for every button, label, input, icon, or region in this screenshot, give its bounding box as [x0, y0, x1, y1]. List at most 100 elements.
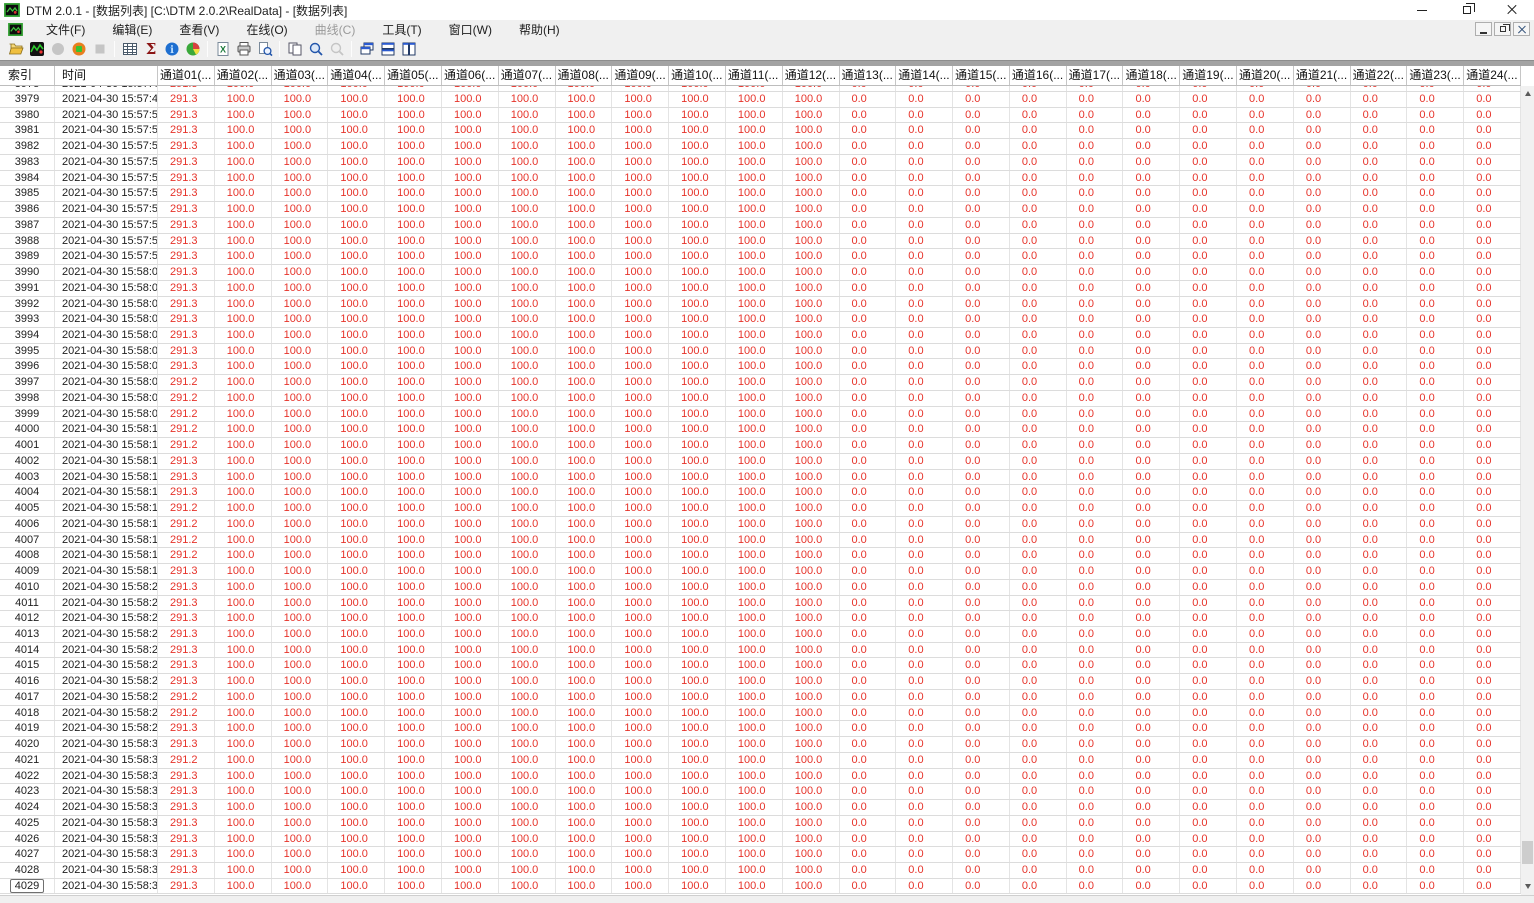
table-row[interactable]: 4001 2021-04-30 15:58:11 291.2 100.0 100.0 10… [0, 438, 1521, 454]
close-button[interactable] [1489, 0, 1534, 20]
vertical-scrollbar[interactable] [1521, 86, 1534, 895]
table-row[interactable]: 4007 2021-04-30 15:58:17 291.2 100.0 100.0 10… [0, 532, 1521, 549]
restore-button[interactable] [1444, 0, 1489, 20]
table-row[interactable]: 3998 2021-04-30 15:58:08 291.2 100.0 100.0 10… [0, 390, 1521, 407]
table-row[interactable]: 4020 2021-04-30 15:58:30 291.3 100.0 100.0 10… [0, 737, 1521, 753]
pie-chart-icon[interactable] [182, 39, 203, 59]
table-row[interactable]: 4011 2021-04-30 15:58:21 291.3 100.0 100.0 10… [0, 595, 1521, 612]
column-header[interactable]: 通道17(... [1067, 66, 1124, 85]
copy-icon[interactable] [284, 39, 305, 59]
table-row[interactable]: 4005 2021-04-30 15:58:15 291.2 100.0 100.0 10… [0, 501, 1521, 517]
open-file-icon[interactable] [5, 39, 26, 59]
table-row[interactable]: 4003 2021-04-30 15:58:13 291.3 100.0 100.0 10… [0, 469, 1521, 486]
table-row[interactable]: 3999 2021-04-30 15:58:09 291.2 100.0 100.0 10… [0, 406, 1521, 423]
table-row[interactable]: 4022 2021-04-30 15:58:32 291.3 100.0 100.0 10… [0, 768, 1521, 785]
table-row[interactable]: 3997 2021-04-30 15:58:07 291.2 100.0 100.0 10… [0, 375, 1521, 391]
data-table-icon[interactable] [119, 39, 140, 59]
menu-edit[interactable]: 编辑(E) [99, 20, 166, 38]
table-row[interactable]: 4014 2021-04-30 15:58:24 291.3 100.0 100.0 10… [0, 642, 1521, 659]
table-row[interactable]: 4008 2021-04-30 15:58:18 291.2 100.0 100.0 10… [0, 548, 1521, 565]
scroll-up-button[interactable] [1521, 86, 1534, 101]
find-icon[interactable] [305, 39, 326, 59]
table-row[interactable]: 3979 2021-04-30 15:57:49 291.3 100.0 100.0 10… [0, 92, 1521, 108]
menu-file[interactable]: 文件(F) [33, 20, 99, 38]
document-minimize-button[interactable] [1475, 22, 1492, 36]
table-row[interactable]: 3996 2021-04-30 15:58:06 291.3 100.0 100.0 10… [0, 359, 1521, 376]
tile-horizontal-icon[interactable] [377, 39, 398, 59]
column-header[interactable]: 通道09(... [612, 66, 670, 85]
table-row[interactable]: 4000 2021-04-30 15:58:10 291.2 100.0 100.0 10… [0, 422, 1521, 439]
column-header[interactable]: 通道10(... [669, 66, 726, 85]
table-row[interactable]: 4004 2021-04-30 15:58:14 291.3 100.0 100.0 10… [0, 485, 1521, 502]
table-row[interactable]: 3988 2021-04-30 15:57:58 291.3 100.0 100.0 10… [0, 233, 1521, 250]
column-header[interactable]: 索引 [0, 66, 55, 85]
column-header[interactable]: 通道15(... [953, 66, 1010, 85]
column-header[interactable]: 通道06(... [442, 66, 499, 85]
info-icon[interactable]: i [161, 39, 182, 59]
document-restore-button[interactable] [1494, 22, 1511, 36]
menu-online[interactable]: 在线(O) [233, 20, 301, 38]
print-preview-icon[interactable] [254, 39, 275, 59]
table-row[interactable]: 3995 2021-04-30 15:58:05 291.3 100.0 100.0 10… [0, 343, 1521, 360]
table-row[interactable]: 4021 2021-04-30 15:58:31 291.2 100.0 100.0 10… [0, 752, 1521, 769]
column-header[interactable]: 通道01(... [158, 66, 215, 85]
table-row[interactable]: 4016 2021-04-30 15:58:26 291.3 100.0 100.0 10… [0, 674, 1521, 690]
table-row[interactable]: 3985 2021-04-30 15:57:55 291.3 100.0 100.0 10… [0, 186, 1521, 203]
table-row[interactable]: 4006 2021-04-30 15:58:16 291.2 100.0 100.0 10… [0, 516, 1521, 533]
menu-tools[interactable]: 工具(T) [369, 20, 435, 38]
table-row[interactable]: 3983 2021-04-30 15:57:53 291.3 100.0 100.0 10… [0, 154, 1521, 171]
column-header[interactable]: 通道22(... [1351, 66, 1408, 85]
table-row[interactable]: 3990 2021-04-30 15:58:00 291.3 100.0 100.0 10… [0, 265, 1521, 281]
column-header[interactable]: 通道02(... [215, 66, 272, 85]
scrollbar-thumb[interactable] [1522, 841, 1533, 864]
table-row[interactable]: 3993 2021-04-30 15:58:03 291.3 100.0 100.0 10… [0, 312, 1521, 329]
column-header[interactable]: 通道19(... [1180, 66, 1238, 85]
realtime-monitor-icon[interactable] [26, 39, 47, 59]
table-row[interactable]: 3992 2021-04-30 15:58:02 291.3 100.0 100.0 10… [0, 296, 1521, 313]
scroll-down-button[interactable] [1521, 879, 1534, 894]
table-row[interactable]: 4015 2021-04-30 15:58:25 291.3 100.0 100.0 10… [0, 658, 1521, 675]
table-row[interactable]: 4017 2021-04-30 15:58:27 291.2 100.0 100.0 10… [0, 689, 1521, 706]
table-row[interactable]: 3989 2021-04-30 15:57:59 291.3 100.0 100.0 10… [0, 249, 1521, 266]
table-row[interactable]: 4029 2021-04-30 15:58:39 291.3 100.0 100.0 10… [0, 878, 1521, 895]
record-stop-icon[interactable] [68, 39, 89, 59]
menu-view[interactable]: 查看(V) [166, 20, 233, 38]
tile-vertical-icon[interactable] [398, 39, 419, 59]
table-row[interactable]: 4002 2021-04-30 15:58:12 291.3 100.0 100.0 10… [0, 453, 1521, 470]
column-header[interactable]: 通道05(... [385, 66, 442, 85]
cascade-windows-icon[interactable] [356, 39, 377, 59]
column-header[interactable]: 通道13(... [840, 66, 897, 85]
excel-export-icon[interactable]: X [212, 39, 233, 59]
print-icon[interactable] [233, 39, 254, 59]
column-header[interactable]: 通道18(... [1123, 66, 1181, 85]
table-row[interactable]: 3984 2021-04-30 15:57:54 291.3 100.0 100.0 10… [0, 170, 1521, 187]
table-row[interactable]: 3991 2021-04-30 15:58:01 291.3 100.0 100.0 10… [0, 280, 1521, 297]
table-row[interactable]: 4023 2021-04-30 15:58:33 291.3 100.0 100.0 10… [0, 784, 1521, 801]
column-header[interactable]: 通道23(... [1407, 66, 1465, 85]
column-header[interactable]: 通道12(... [783, 66, 840, 85]
menu-window[interactable]: 窗口(W) [436, 20, 506, 38]
column-header[interactable]: 通道03(... [272, 66, 329, 85]
column-header[interactable]: 通道20(... [1237, 66, 1294, 85]
table-row[interactable]: 3987 2021-04-30 15:57:57 291.3 100.0 100.0 10… [0, 217, 1521, 234]
table-row[interactable]: 3980 2021-04-30 15:57:50 291.3 100.0 100.0 10… [0, 107, 1521, 124]
table-row[interactable]: 4019 2021-04-30 15:58:29 291.3 100.0 100.0 10… [0, 721, 1521, 738]
table-row[interactable]: 4028 2021-04-30 15:58:38 291.3 100.0 100.0 10… [0, 862, 1521, 879]
column-header[interactable]: 通道16(... [1010, 66, 1067, 85]
table-row[interactable]: 4012 2021-04-30 15:58:22 291.3 100.0 100.0 10… [0, 611, 1521, 627]
minimize-button[interactable] [1399, 0, 1444, 20]
table-row[interactable]: 4013 2021-04-30 15:58:23 291.3 100.0 100.0 10… [0, 626, 1521, 643]
column-header[interactable]: 通道21(... [1294, 66, 1351, 85]
table-row[interactable]: 3986 2021-04-30 15:57:56 291.3 100.0 100.0 10… [0, 202, 1521, 218]
table-row[interactable]: 3982 2021-04-30 15:57:52 291.3 100.0 100.0 10… [0, 139, 1521, 155]
table-row[interactable]: 4018 2021-04-30 15:58:28 291.2 100.0 100.0 10… [0, 705, 1521, 722]
table-row[interactable]: 4024 2021-04-30 15:58:34 291.3 100.0 100.0 10… [0, 800, 1521, 816]
column-header[interactable]: 通道04(... [328, 66, 386, 85]
table-row[interactable]: 3994 2021-04-30 15:58:04 291.3 100.0 100.0 10… [0, 328, 1521, 344]
column-header[interactable]: 通道11(... [726, 66, 783, 85]
sigma-statistics-icon[interactable]: Σ [140, 39, 161, 59]
menu-help[interactable]: 帮助(H) [506, 20, 574, 38]
column-header[interactable]: 通道07(... [499, 66, 556, 85]
table-row[interactable]: 4027 2021-04-30 15:58:37 291.3 100.0 100.0 10… [0, 847, 1521, 863]
table-row[interactable]: 3981 2021-04-30 15:57:51 291.3 100.0 100.0 10… [0, 123, 1521, 140]
